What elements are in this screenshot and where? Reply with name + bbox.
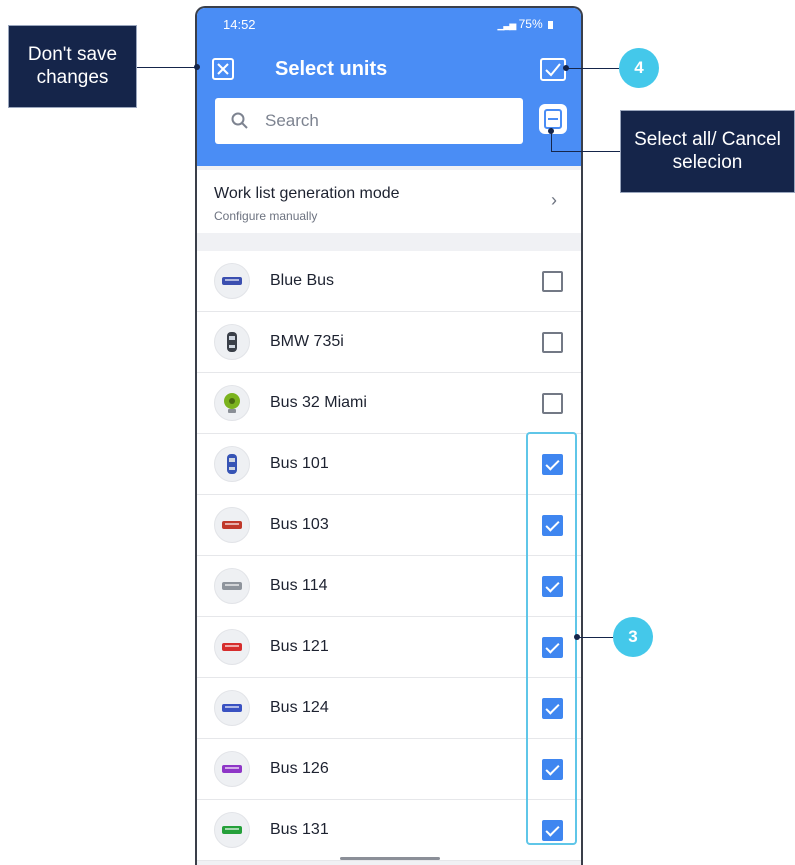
unit-name: Bus 114 [270,577,328,594]
close-button[interactable] [212,58,234,80]
close-icon [217,63,229,75]
unit-avatar [214,263,250,299]
phone-screen: 14:52 ▁▃▅ 75% Select units Search Work l… [195,6,583,865]
app-bar: 14:52 ▁▃▅ 75% Select units [197,8,581,166]
dont-save-connector [137,67,196,68]
work-list-mode-row[interactable]: Work list generation mode Configure manu… [197,170,581,233]
blue-bus-icon [222,277,242,285]
purple-bus-icon [222,765,242,773]
status-time: 14:52 [223,17,256,32]
badge-3: 3 [613,617,653,657]
badge-4-dot [563,65,569,71]
select-all-callout: Select all/ Cancel selecion [620,110,795,193]
car-icon [227,332,237,352]
mode-subtitle: Configure manually [214,209,318,223]
unit-list: Blue Bus BMW 735i Bus 32 Miami Bus 101 Bus 1… [197,251,581,861]
unit-avatar [214,629,250,665]
battery-icon [548,21,553,29]
unit-avatar [214,812,250,848]
search-input[interactable] [265,110,505,132]
unit-checkbox[interactable] [542,332,563,353]
unit-row[interactable]: Bus 121 [197,617,581,678]
unit-row[interactable]: Blue Bus [197,251,581,312]
select-all-dot [548,128,554,134]
confirm-button[interactable] [540,58,566,81]
unit-avatar [214,446,250,482]
unit-name: Bus 103 [270,516,329,533]
unit-name: BMW 735i [270,333,344,350]
unit-avatar [214,751,250,787]
search-box[interactable] [215,98,523,144]
unit-avatar [214,324,250,360]
checkmark-icon [545,63,561,77]
red-bus-icon [222,521,242,529]
green-marker-icon [224,393,240,413]
unit-name: Bus 32 Miami [270,394,367,411]
unit-checkbox[interactable] [542,393,563,414]
dont-save-callout: Don't save changes [8,25,137,108]
home-indicator[interactable] [340,857,440,860]
checked-units-highlight [526,432,577,845]
search-icon [231,112,248,129]
unit-row[interactable]: Bus 32 Miami [197,373,581,434]
blue-car-icon [227,454,237,474]
signal-icon: ▁▃▅ [497,20,517,30]
badge-3-dot [574,634,580,640]
unit-name: Bus 124 [270,699,329,716]
unit-avatar [214,385,250,421]
dont-save-dot [194,64,200,70]
badge-4: 4 [619,48,659,88]
status-bar: 14:52 ▁▃▅ 75% [197,8,581,36]
battery-level: 75% [518,17,543,31]
unit-row[interactable]: Bus 101 [197,434,581,495]
unit-name: Bus 131 [270,821,329,838]
unit-avatar [214,507,250,543]
unit-name: Bus 126 [270,760,329,777]
unit-name: Blue Bus [270,272,335,289]
chevron-right-icon: › [551,190,557,210]
unit-row[interactable]: Bus 131 [197,800,581,861]
select-all-icon [544,109,562,129]
unit-name: Bus 101 [270,455,329,472]
unit-row[interactable]: Bus 126 [197,739,581,800]
select-all-connector-h [551,151,620,152]
unit-checkbox[interactable] [542,271,563,292]
unit-row[interactable]: BMW 735i [197,312,581,373]
unit-avatar [214,568,250,604]
unit-row[interactable]: Bus 103 [197,495,581,556]
page-title: Select units [275,58,388,80]
unit-name: Bus 121 [270,638,329,655]
unit-row[interactable]: Bus 124 [197,678,581,739]
grey-bus-icon [222,582,242,590]
blue-bus-icon [222,704,242,712]
unit-row[interactable]: Bus 114 [197,556,581,617]
mode-title: Work list generation mode [214,185,400,202]
red-bus-icon [222,643,242,651]
badge-4-connector [566,68,619,69]
badge-3-connector [577,637,613,638]
green-bus-icon [222,826,242,834]
unit-avatar [214,690,250,726]
status-indicators: ▁▃▅ 75% [498,17,553,31]
